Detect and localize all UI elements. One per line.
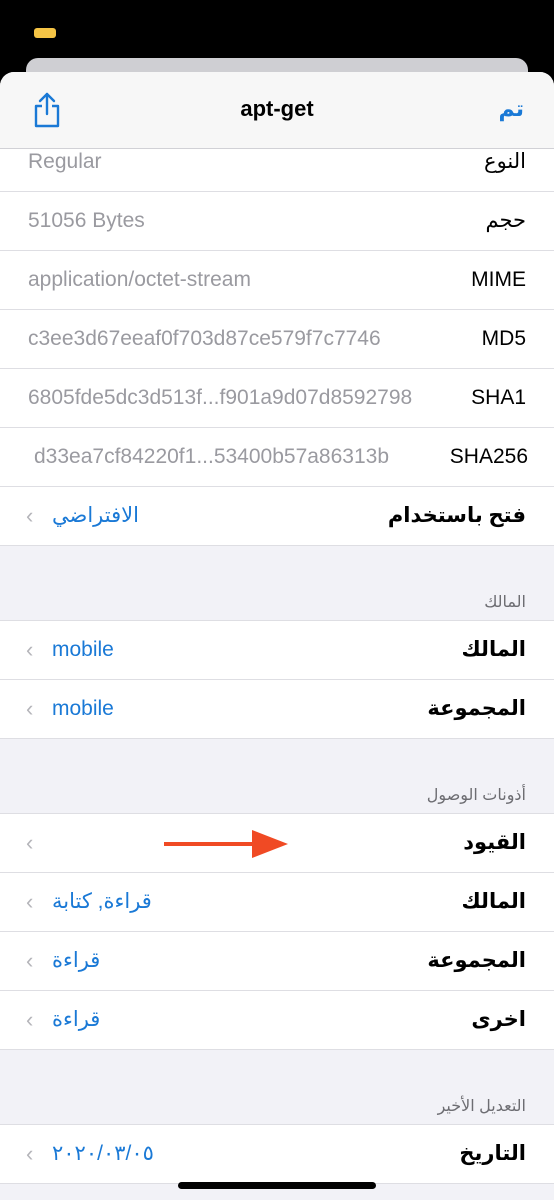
sha256-value: d33ea7cf84220f1...53400b57a86313b: [34, 445, 390, 468]
group-value: mobile: [52, 697, 114, 720]
owner-section-header: المالك: [0, 546, 554, 621]
md5-value: c3ee3d67eeaf0f703d87ce579f7c7746: [28, 327, 381, 350]
owner-label: المالك: [461, 638, 527, 661]
permission-other-value: قراءة: [52, 1008, 101, 1031]
chevron-icon: ‹: [26, 696, 34, 721]
file-info-group: النوع Regular حجم 51056 Bytes MIME appli…: [0, 149, 554, 546]
modified-section-header: التعديل الأخير: [0, 1050, 554, 1125]
permission-group-row[interactable]: المجموعة ‹ قراءة: [0, 932, 554, 991]
mime-label: MIME: [471, 268, 526, 291]
permission-owner-label: المالك: [461, 890, 527, 913]
page-title: apt-get: [240, 96, 314, 121]
permission-owner-row[interactable]: المالك ‹ قراءة, كتابة: [0, 873, 554, 932]
chevron-icon: ‹: [26, 889, 34, 914]
md5-label: MD5: [481, 327, 526, 350]
group-row[interactable]: المجموعة ‹ mobile: [0, 680, 554, 739]
open-with-row[interactable]: فتح باستخدام ‹ الافتراضي: [0, 487, 554, 546]
home-indicator: [178, 1182, 376, 1189]
chevron-icon: ‹: [26, 830, 34, 855]
annotation-arrow-icon: [164, 830, 288, 858]
type-row: النوع Regular: [0, 149, 554, 192]
sha256-row: SHA256 d33ea7cf84220f1...53400b57a86313b: [0, 428, 554, 487]
sha1-label: SHA1: [471, 386, 526, 409]
owner-row[interactable]: المالك ‹ mobile: [0, 621, 554, 680]
permission-group-value: قراءة: [52, 949, 101, 972]
permission-other-row[interactable]: اخرى ‹ قراءة: [0, 991, 554, 1050]
permission-other-label: اخرى: [471, 1008, 526, 1031]
date-row[interactable]: التاريخ ‹ ٢٠٢٠/٠٣/٠٥: [0, 1125, 554, 1184]
done-button[interactable]: تم: [498, 96, 524, 122]
owner-value: mobile: [52, 638, 114, 661]
sha1-value: 6805fde5dc3d513f...f901a9d07d8592798: [28, 386, 413, 409]
open-with-label: فتح باستخدام: [387, 504, 526, 527]
status-indicator: [34, 28, 56, 38]
sha256-label: SHA256: [449, 445, 528, 468]
sha1-row: SHA1 6805fde5dc3d513f...f901a9d07d859279…: [0, 369, 554, 428]
status-bar: [0, 0, 554, 60]
chevron-icon: ‹: [26, 1007, 34, 1032]
size-label: حجم: [485, 209, 526, 232]
type-label: النوع: [484, 150, 526, 173]
mime-value: application/octet-stream: [28, 268, 251, 291]
section-header-modified: التعديل الأخير: [437, 1098, 526, 1115]
open-with-value: الافتراضي: [52, 504, 139, 527]
restrictions-label: القيود: [463, 831, 526, 854]
restrictions-row[interactable]: القيود ‹: [0, 814, 554, 873]
size-value: 51056 Bytes: [28, 209, 145, 232]
permission-owner-value: قراءة, كتابة: [52, 890, 152, 913]
owner-group: المالك ‹ mobile المجموعة ‹ mobile: [0, 621, 554, 739]
chevron-icon: ‹: [26, 503, 34, 528]
modified-group: التاريخ ‹ ٢٠٢٠/٠٣/٠٥: [0, 1125, 554, 1184]
permissions-group: القيود ‹ المالك ‹ قراءة, كتابة المجموعة …: [0, 814, 554, 1050]
permissions-section-header: أذونات الوصول: [0, 739, 554, 814]
file-info-sheet: apt-get تم النوع Regular حجم 51056 Bytes…: [0, 72, 554, 1200]
permission-group-label: المجموعة: [427, 949, 526, 972]
chevron-icon: ‹: [26, 948, 34, 973]
settings-list: النوع Regular حجم 51056 Bytes MIME appli…: [0, 149, 554, 1184]
type-value: Regular: [28, 150, 102, 173]
mime-row: MIME application/octet-stream: [0, 251, 554, 310]
section-header-permissions: أذونات الوصول: [426, 787, 526, 804]
group-label: المجموعة: [427, 697, 526, 720]
chevron-icon: ‹: [26, 1141, 34, 1166]
date-value: ٢٠٢٠/٠٣/٠٥: [52, 1142, 154, 1165]
size-row: حجم 51056 Bytes: [0, 192, 554, 251]
section-header-owner: المالك: [484, 594, 526, 611]
md5-row: MD5 c3ee3d67eeaf0f703d87ce579f7c7746: [0, 310, 554, 369]
date-label: التاريخ: [459, 1142, 526, 1165]
chevron-icon: ‹: [26, 637, 34, 662]
